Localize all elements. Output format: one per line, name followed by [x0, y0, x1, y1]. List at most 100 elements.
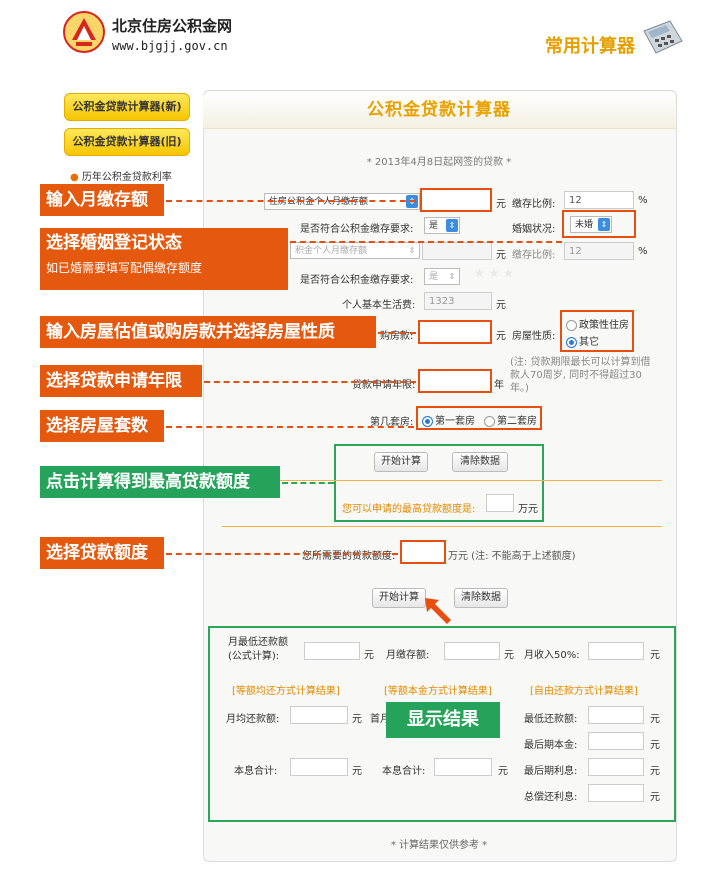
meets-requirement2-label: 是否符合公积金缴存要求: — [300, 275, 414, 286]
need-loan-input[interactable] — [400, 540, 446, 564]
min-living-input: 1323 — [424, 292, 492, 310]
income-half-label: 月收入50%: — [524, 650, 580, 661]
min-repay-label: 最低还款额: — [524, 714, 578, 725]
chevron-down-icon: ⇕ — [446, 270, 458, 283]
site-url: www.bjgjj.gov.cn — [112, 39, 228, 53]
unit-yuan: 元 — [352, 766, 362, 777]
unit-yuan: 元 — [352, 714, 362, 725]
total-interest-label: 总偿还利息: — [524, 792, 578, 803]
chevron-down-icon: ⇕ — [598, 218, 610, 231]
callout-loan-years: 选择贷款申请年限 — [40, 365, 202, 397]
house-price-input[interactable] — [418, 320, 492, 344]
last-principal-output — [588, 732, 644, 750]
star-decoration-icon: ★ ★ ★ — [474, 266, 514, 280]
calculate-button-2[interactable]: 开始计算 — [372, 588, 426, 608]
meets-requirement2-value: 是 — [429, 272, 439, 282]
callout-line — [204, 381, 416, 383]
equal-principal-heading: [等额本金方式计算结果] — [384, 686, 492, 697]
divider — [222, 480, 662, 481]
callout-line — [166, 426, 414, 428]
marital-status-select[interactable]: 未婚 ⇕ — [570, 216, 612, 233]
min-payment-output — [304, 642, 360, 660]
first-house-label: 第一套房 — [435, 416, 475, 427]
pointer-arrow-icon — [425, 598, 451, 624]
divider — [222, 526, 662, 527]
unit-wan: 万元 — [518, 504, 538, 515]
spouse-deposit-value: 积金个人月缴存额 — [295, 246, 368, 256]
percent-sign: % — [638, 246, 648, 257]
last-interest-label: 最后期利息: — [524, 766, 578, 777]
loan-years-input[interactable] — [418, 369, 492, 393]
loan-years-note: (注: 贷款期限最长可以计算到借款人70周岁, 同时不得超过30年。) — [510, 357, 651, 394]
panel-title: 公积金贷款计算器 — [203, 92, 675, 129]
monthly-deposit-label: 月缴存额: — [386, 650, 430, 661]
spouse-deposit-input[interactable] — [422, 242, 492, 260]
calculate-button[interactable]: 开始计算 — [374, 452, 428, 472]
clear-button-2[interactable]: 清除数据 — [454, 588, 508, 608]
unit-yuan: 元 — [496, 300, 506, 311]
bullet-icon: ● — [70, 172, 82, 183]
callout-line — [282, 482, 334, 484]
callout-line — [166, 200, 416, 202]
house-type-other-radio[interactable]: 其它 — [566, 333, 599, 348]
unit-yuan: 元 — [650, 766, 660, 777]
chevron-down-icon: ⇕ — [406, 244, 418, 257]
callout-line — [378, 332, 416, 334]
callout-marital-sub: 如已婚需要填写配偶缴存额度 — [46, 261, 203, 275]
house-type-other-label: 其它 — [579, 337, 599, 348]
callout-house-count: 选择房屋套数 — [40, 410, 164, 442]
callout-max-loan: 点击计算得到最高贷款额度 — [40, 466, 280, 498]
last-interest-output — [588, 758, 644, 776]
date-notice: * 2013年4月8日起网签的贷款 * — [366, 157, 512, 168]
meets-requirement2-select[interactable]: 是 ⇕ — [424, 268, 460, 285]
unit-yuan: 元 — [498, 766, 508, 777]
total-output — [290, 758, 348, 776]
sidebar-item-calc-old[interactable]: 公积金贷款计算器(旧) — [64, 128, 190, 156]
monthly-deposit-output — [444, 642, 500, 660]
second-house-label: 第二套房 — [497, 416, 537, 427]
house-price-label: 购房款: — [380, 331, 414, 342]
sidebar-link-rates[interactable]: ● 历年公积金贷款利率 — [70, 168, 172, 183]
spouse-deposit-select[interactable]: 积金个人月缴存额 ⇕ — [290, 242, 420, 259]
equal-payment-heading: [等额均还方式计算结果] — [232, 686, 340, 697]
callout-loan-amount: 选择贷款额度 — [40, 537, 164, 569]
callout-marital: 选择婚姻登记状态 如已婚需要填写配偶缴存额度 — [40, 228, 288, 290]
callout-marital-title: 选择婚姻登记状态 — [46, 233, 182, 253]
unit-yuan: 元 — [364, 650, 374, 661]
radio-checked-icon — [422, 415, 433, 427]
ratio2-input[interactable]: 12 — [564, 242, 634, 260]
second-house-radio[interactable]: 第二套房 — [484, 412, 537, 427]
need-loan-note: 万元 (注: 不能高于上述额度) — [448, 551, 576, 562]
max-loan-output — [486, 494, 514, 512]
meets-requirement-select[interactable]: 是 ⇕ — [424, 217, 460, 234]
callout-line — [166, 553, 398, 555]
monthly-payment-label: 月均还款额: — [226, 714, 280, 725]
marital-status-value: 未婚 — [575, 220, 594, 230]
income-half-output — [588, 642, 644, 660]
monthly-deposit-input[interactable] — [420, 188, 492, 212]
unit-yuan: 元 — [496, 250, 506, 261]
clear-button[interactable]: 清除数据 — [452, 452, 508, 472]
max-loan-label: 您可以申请的最高贷款额度是: — [342, 504, 476, 515]
loan-years-label: 贷款申请年限: — [352, 380, 416, 391]
house-type-label: 房屋性质: — [512, 331, 556, 342]
callout-house-price: 输入房屋估值或购房款并选择房屋性质 — [40, 316, 376, 348]
total-interest-output — [588, 784, 644, 802]
total2-output — [434, 758, 492, 776]
house-type-policy-radio[interactable]: 政策性住房 — [566, 316, 629, 331]
monthly-payment-output — [290, 706, 348, 724]
ratio-input[interactable]: 12 — [564, 191, 634, 209]
ratio2-label: 缴存比例: — [512, 250, 556, 261]
site-name: 北京住房公积金网 — [112, 17, 233, 35]
unit-year: 年 — [494, 380, 504, 391]
unit-yuan: 元 — [650, 740, 660, 751]
bjgjj-logo — [63, 11, 105, 53]
radio-checked-icon — [566, 336, 577, 348]
total2-label: 本息合计: — [382, 766, 426, 777]
total-label: 本息合计: — [234, 766, 278, 777]
first-house-radio[interactable]: 第一套房 — [422, 412, 475, 427]
min-living-label: 个人基本生活费: — [342, 300, 416, 311]
show-results-callout: 显示结果 — [386, 702, 500, 738]
sidebar-link-label: 历年公积金贷款利率 — [81, 172, 172, 183]
sidebar-item-calc-new[interactable]: 公积金贷款计算器(新) — [64, 93, 190, 121]
